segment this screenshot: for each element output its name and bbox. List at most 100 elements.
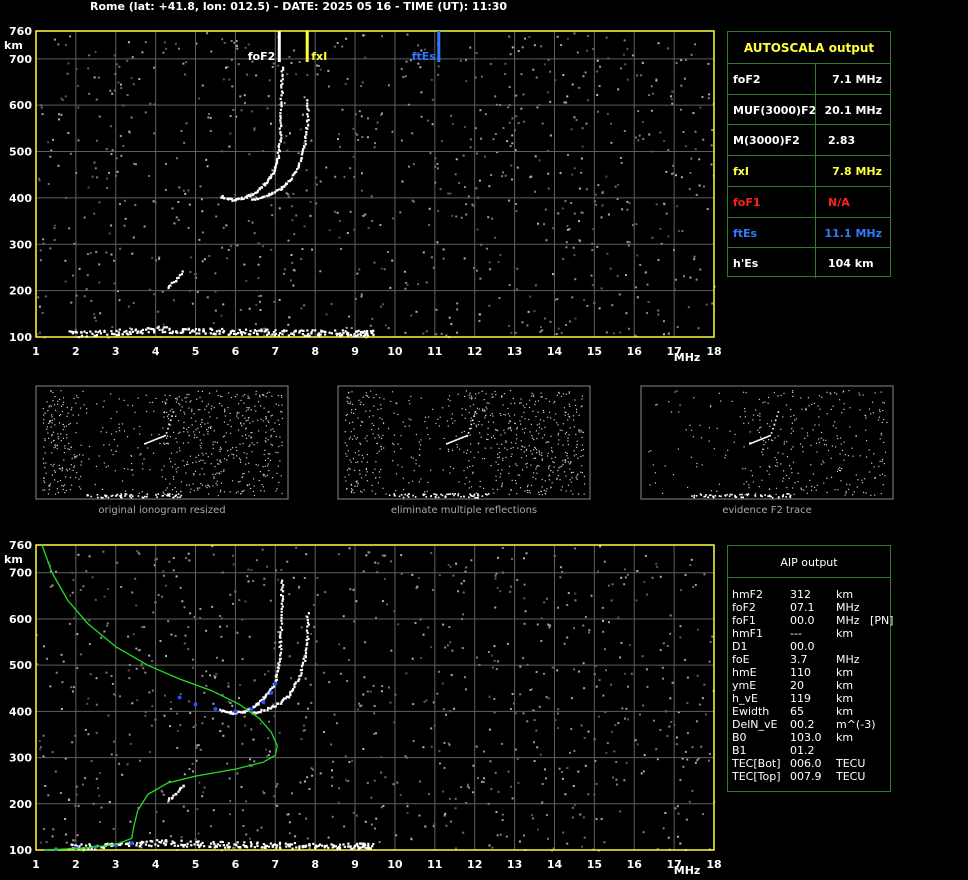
x-tick-label: 10 (387, 345, 403, 358)
x-tick-label: 14 (547, 858, 563, 871)
autoscala-key: foF1 (733, 195, 761, 209)
autoscala-title: AUTOSCALA output (743, 41, 875, 55)
marker-bar-fxI (305, 31, 309, 62)
autoscala-divider (815, 125, 816, 156)
aip-unit: km (836, 731, 854, 744)
y-axis-label: km (4, 39, 23, 52)
autoscala-key: h'Es (733, 257, 759, 271)
aip-value: 20 (790, 679, 804, 692)
autoscala-row: foF1 N/A (728, 185, 890, 217)
aip-value: 119 (790, 692, 811, 705)
thumbnail-2 (640, 385, 894, 500)
autoscala-divider (815, 186, 816, 217)
aip-unit: km (836, 666, 854, 679)
aip-unit: km (836, 679, 854, 692)
x-tick-label: 3 (112, 345, 120, 358)
autoscala-divider (815, 156, 816, 187)
autoscala-value: 2.83 (828, 134, 856, 148)
autoscala-key: fxI (733, 165, 749, 179)
autoscala-divider (815, 217, 816, 248)
aip-unit: TECU (836, 770, 866, 783)
x-tick-label: 6 (232, 345, 240, 358)
y-tick-label: 760 (9, 25, 32, 38)
aip-value: --- (790, 627, 802, 640)
x-tick-label: 11 (427, 858, 442, 871)
aip-row: foE 3.7 MHz (732, 653, 888, 666)
y-tick-label: 300 (9, 752, 32, 765)
trace-f2-low-fragment (167, 270, 184, 290)
autoscala-value: N/A (828, 195, 850, 209)
x-tick-label: 14 (547, 345, 563, 358)
x-tick-label: 12 (467, 345, 482, 358)
aip-trace-f2-ordinary (219, 579, 285, 716)
x-tick-label: 16 (627, 858, 643, 871)
marker-label-foF2: foF2 (248, 50, 276, 63)
aip-key: foF2 (732, 601, 756, 614)
aip-value: 007.9 (790, 770, 822, 783)
autoscala-divider (815, 248, 816, 279)
aip-unit: TECU (836, 757, 866, 770)
autoscala-divider (815, 94, 816, 125)
x-tick-label: 18 (706, 858, 721, 871)
y-tick-label: 600 (9, 613, 32, 626)
y-tick-label: 400 (9, 192, 32, 205)
autoscala-row: MUF(3000)F2 20.1 MHz (728, 93, 890, 125)
aip-row: foF2 07.1 MHz (732, 601, 888, 614)
aip-value: 01.2 (790, 744, 815, 757)
x-tick-label: 2 (72, 858, 80, 871)
aip-value: 00.0 (790, 640, 815, 653)
thumbnail-0 (35, 385, 289, 500)
autoscala-divider (815, 64, 816, 94)
aip-ionogram: 1 2 3 4 5 6 7 8 9 10 11 12 13 14 15 16 17 181002003004005… (4, 539, 722, 877)
aip-row: D1 00.0 (732, 640, 888, 653)
autoscala-row: fxI 7.8 MHz (728, 155, 890, 187)
aip-trace-f2-low-fragment (167, 784, 185, 802)
x-tick-label: 13 (507, 345, 522, 358)
aip-unit: km (836, 588, 854, 601)
aip-value: 312 (790, 588, 811, 601)
x-tick-label: 15 (587, 858, 602, 871)
aip-row: ymE 20 km (732, 679, 888, 692)
aip-key: foE (732, 653, 750, 666)
aip-value: 3.7 (790, 653, 808, 666)
aip-row: B1 01.2 (732, 744, 888, 757)
autoscala-value: 7.1 MHz (832, 73, 882, 86)
aip-unit: MHz (836, 653, 860, 666)
aip-key: ymE (732, 679, 757, 692)
y-tick-label: 100 (9, 331, 32, 344)
x-tick-label: 1 (32, 858, 40, 871)
x-tick-label: 3 (112, 858, 120, 871)
x-tick-label: 12 (467, 858, 482, 871)
thumb-caption-eliminate: eliminate multiple reflections (390, 505, 538, 516)
y-tick-label: 200 (9, 798, 32, 811)
x-tick-label: 1 (32, 345, 40, 358)
aip-row: B0 103.0 km (732, 731, 888, 744)
autoscala-table: AUTOSCALA output foF2 7.1 MHz MUF(3000)F2 2… (727, 31, 891, 279)
aip-unit: MHz [PN] (836, 614, 894, 627)
y-tick-label: 700 (9, 53, 32, 66)
autoscala-row: M(3000)F2 2.83 (728, 124, 890, 156)
aip-key: hmF1 (732, 627, 764, 640)
autoscala-value: 11.1 MHz (824, 226, 882, 240)
aip-row: hmE 110 km (732, 666, 888, 679)
aip-key: foF1 (732, 614, 756, 627)
autoscala-row: ftEs 11.1 MHz (728, 216, 890, 248)
x-tick-label: 13 (507, 858, 522, 871)
x-tick-label: 9 (351, 345, 359, 358)
aip-key: TEC[Top] (732, 770, 781, 783)
x-tick-label: 15 (587, 345, 602, 358)
x-tick-label: 18 (706, 345, 721, 358)
x-tick-label: 7 (271, 858, 279, 871)
x-tick-label: 8 (311, 345, 319, 358)
y-tick-label: 400 (9, 705, 32, 718)
aip-row: hmF2 312 km (732, 588, 888, 601)
aip-row: Ewidth 65 km (732, 705, 888, 718)
x-tick-label: 7 (271, 345, 279, 358)
x-tick-label: 4 (152, 858, 160, 871)
autoscala-row: foF2 7.1 MHz (728, 63, 890, 94)
aip-key: hmE (732, 666, 757, 679)
aip-value: 00.0 (790, 614, 815, 627)
y-tick-label: 500 (9, 659, 32, 672)
aip-row: TEC[Bot] 006.0 TECU (732, 757, 888, 770)
x-axis-label: MHz (674, 864, 701, 877)
